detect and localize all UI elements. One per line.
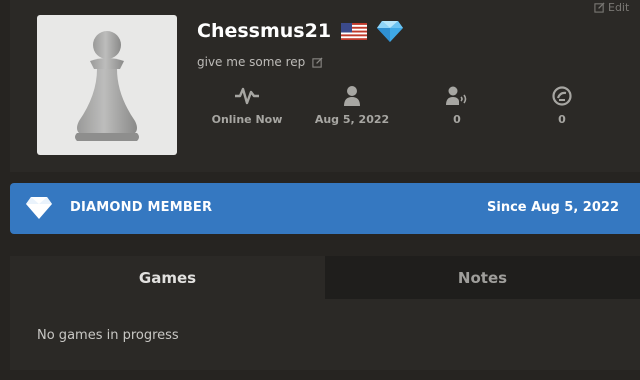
- stat-points[interactable]: 0: [512, 84, 612, 126]
- membership-label: DIAMOND MEMBER: [70, 200, 213, 215]
- diamond-icon[interactable]: [377, 19, 404, 43]
- stat-value: Online Now: [211, 113, 283, 126]
- tab-notes[interactable]: Notes: [325, 256, 640, 299]
- membership-banner[interactable]: DIAMOND MEMBER Since Aug 5, 2022: [10, 183, 640, 234]
- avatar[interactable]: [37, 15, 177, 155]
- edit-status-icon[interactable]: [312, 56, 323, 68]
- tab-label: Notes: [457, 268, 508, 287]
- stat-joined: Aug 5, 2022: [302, 84, 402, 126]
- pawn-icon: [75, 31, 139, 141]
- edit-profile-link[interactable]: Edit: [594, 0, 629, 14]
- membership-since: Since Aug 5, 2022: [487, 200, 619, 215]
- games-empty-message: No games in progress: [37, 328, 179, 343]
- status-text: give me some rep: [197, 55, 306, 69]
- stat-value: Aug 5, 2022: [314, 113, 390, 126]
- stat-followers[interactable]: 0: [407, 84, 507, 126]
- edit-icon: [594, 1, 605, 13]
- username: Chessmus21: [197, 20, 332, 42]
- stat-value: 0: [453, 113, 461, 126]
- profile-title: Chessmus21: [197, 17, 404, 45]
- tab-label: Games: [138, 268, 197, 287]
- stat-value: 0: [558, 113, 566, 126]
- edit-label: Edit: [608, 0, 630, 14]
- tab-games[interactable]: Games: [10, 256, 325, 299]
- us-flag-icon[interactable]: [341, 22, 368, 40]
- person-icon: [344, 86, 360, 106]
- games-notes-card: Games Notes No games in progress: [10, 256, 640, 370]
- status-message: give me some rep: [197, 55, 323, 69]
- profile-page: Edit Chessmus21 give me some rep Online …: [0, 0, 640, 380]
- followers-icon: [446, 86, 467, 105]
- diamond-icon: [26, 197, 52, 219]
- stat-online: Online Now: [197, 84, 297, 126]
- points-icon: [552, 86, 572, 106]
- activity-icon: [235, 87, 259, 105]
